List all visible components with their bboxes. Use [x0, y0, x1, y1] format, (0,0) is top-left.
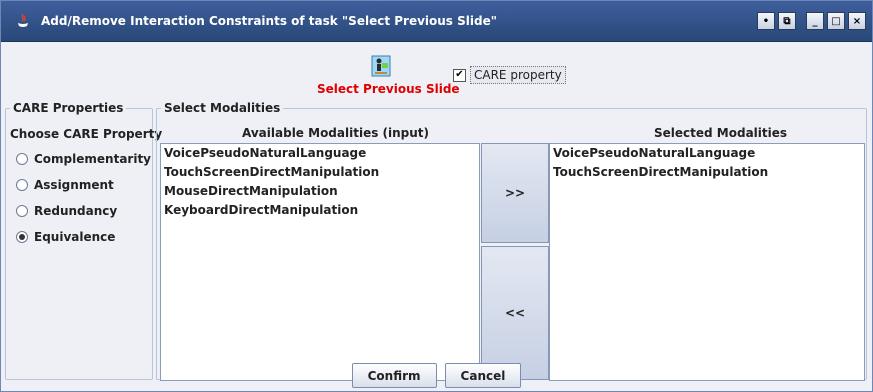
choose-care-label: Choose CARE Property: [10, 127, 163, 141]
task-icon: [371, 55, 391, 77]
minimize-button[interactable]: _: [806, 12, 824, 30]
remove-modality-button[interactable]: <<: [481, 246, 549, 380]
dialog-content: Select Previous Slide ✔ CARE property CA…: [1, 43, 872, 391]
radio-label[interactable]: Redundancy: [34, 204, 117, 218]
task-name: Select Previous Slide: [317, 82, 460, 96]
add-modality-button[interactable]: >>: [481, 143, 549, 243]
selected-header: Selected Modalities: [654, 126, 788, 140]
radio-circle-icon[interactable]: [16, 179, 28, 191]
modalities-panel-title: Select Modalities: [161, 101, 284, 115]
care-panel-title: CARE Properties: [10, 101, 127, 115]
radio-label[interactable]: Complementarity: [34, 152, 151, 166]
care-properties-panel: CARE Properties Choose CARE Property Com…: [5, 101, 162, 380]
care-property-checkbox[interactable]: ✔ CARE property: [453, 66, 566, 84]
care-property-label[interactable]: CARE property: [470, 66, 566, 84]
available-modalities-list[interactable]: VoicePseudoNaturalLanguage TouchScreenDi…: [160, 143, 480, 381]
restore-button[interactable]: ⧉: [778, 12, 796, 30]
dialog-buttons: Confirm Cancel: [1, 363, 872, 388]
title-bar[interactable]: Add/Remove Interaction Constraints of ta…: [1, 1, 872, 42]
list-item[interactable]: MouseDirectManipulation: [161, 182, 479, 201]
list-item[interactable]: KeyboardDirectManipulation: [161, 201, 479, 220]
selected-modalities-list[interactable]: VoicePseudoNaturalLanguage TouchScreenDi…: [549, 143, 865, 381]
pin-button[interactable]: •: [757, 12, 775, 30]
available-header: Available Modalities (input): [242, 126, 430, 140]
radio-label[interactable]: Assignment: [34, 178, 114, 192]
list-item[interactable]: VoicePseudoNaturalLanguage: [550, 144, 864, 163]
radio-label[interactable]: Equivalence: [34, 230, 115, 244]
radio-complementarity[interactable]: Complementarity: [16, 152, 151, 166]
select-modalities-panel: Select Modalities Available Modalities (…: [156, 101, 867, 381]
radio-assignment[interactable]: Assignment: [16, 178, 114, 192]
close-button[interactable]: ×: [848, 12, 866, 30]
list-item[interactable]: TouchScreenDirectManipulation: [550, 163, 864, 182]
list-item[interactable]: TouchScreenDirectManipulation: [161, 163, 479, 182]
java-icon: [18, 13, 28, 27]
cancel-button[interactable]: Cancel: [444, 363, 522, 388]
radio-circle-icon[interactable]: [16, 205, 28, 217]
list-item[interactable]: VoicePseudoNaturalLanguage: [161, 144, 479, 163]
radio-equivalence[interactable]: Equivalence: [16, 230, 115, 244]
radio-circle-icon[interactable]: [16, 153, 28, 165]
radio-redundancy[interactable]: Redundancy: [16, 204, 117, 218]
dialog-window: Add/Remove Interaction Constraints of ta…: [0, 0, 873, 392]
checkmark-icon[interactable]: ✔: [453, 68, 466, 82]
radio-selected-icon[interactable]: [16, 231, 28, 243]
confirm-button[interactable]: Confirm: [351, 363, 437, 388]
maximize-button[interactable]: □: [827, 12, 845, 30]
window-title: Add/Remove Interaction Constraints of ta…: [41, 14, 497, 28]
